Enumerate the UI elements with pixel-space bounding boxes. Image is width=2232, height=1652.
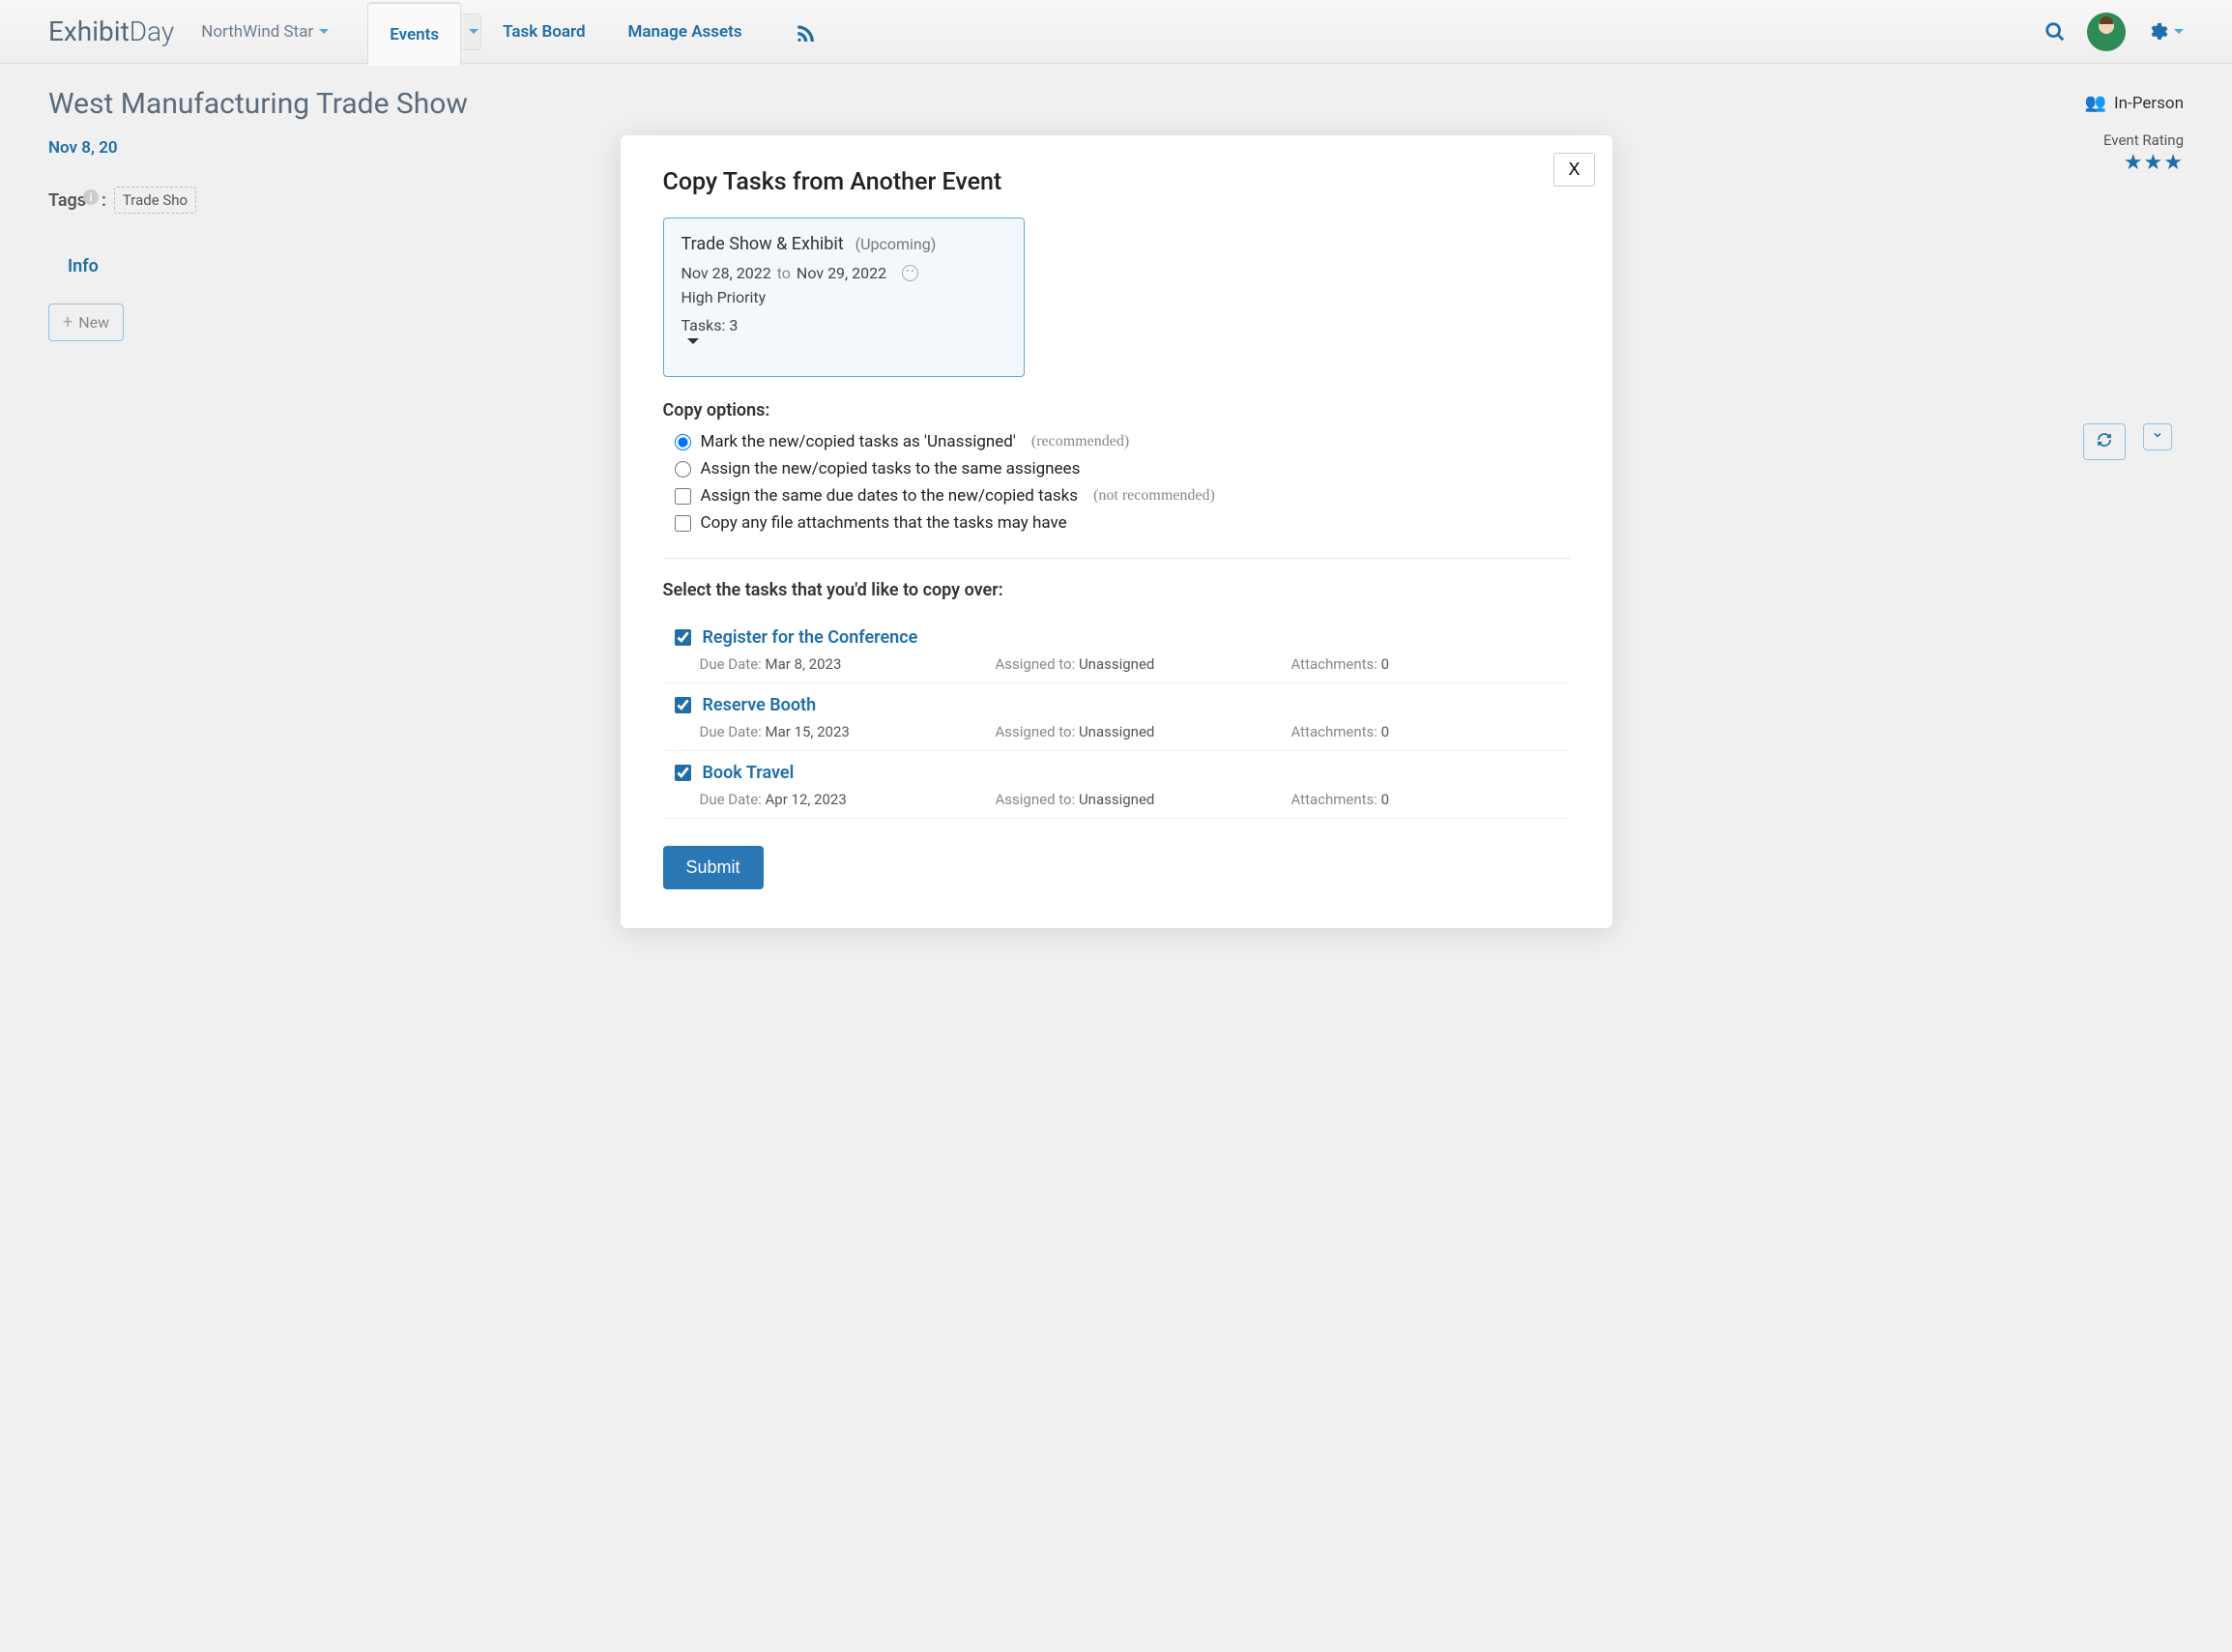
task-attachments: Attachments: 0 (1291, 655, 1390, 673)
copy-options: Mark the new/copied tasks as 'Unassigned… (663, 432, 1570, 533)
source-task-count: Tasks: 3 (681, 316, 1006, 334)
task-assigned: Assigned to: Unassigned (996, 791, 1291, 808)
modal-title: Copy Tasks from Another Event (663, 168, 1570, 196)
task-row: Register for the Conference Due Date: Mar… (663, 616, 1570, 683)
option-same-assignees[interactable]: Assign the new/copied tasks to the same … (675, 459, 1570, 478)
option-note: (not recommended) (1093, 487, 1215, 505)
source-date-from: Nov 28, 2022 (681, 264, 771, 282)
option-label: Copy any file attachments that the tasks… (701, 513, 1067, 533)
copy-tasks-modal: X Copy Tasks from Another Event Trade Sh… (621, 135, 1612, 928)
face-icon (902, 265, 918, 281)
submit-button[interactable]: Submit (663, 846, 764, 889)
task-checkbox[interactable] (675, 697, 691, 713)
source-event-selector[interactable]: Trade Show & Exhibit (Upcoming) Nov 28, … (663, 217, 1025, 377)
task-name[interactable]: Reserve Booth (703, 695, 817, 715)
option-copy-attachments[interactable]: Copy any file attachments that the tasks… (675, 513, 1570, 533)
task-due: Due Date: Apr 12, 2023 (700, 791, 996, 808)
checkbox-attachments[interactable] (675, 515, 691, 532)
chevron-down-icon (687, 338, 699, 362)
task-row: Book Travel Due Date: Apr 12, 2023Assigne… (663, 751, 1570, 819)
modal-backdrop: X Copy Tasks from Another Event Trade Sh… (0, 0, 2232, 1652)
source-event-status: (Upcoming) (855, 235, 937, 253)
option-same-dates[interactable]: Assign the same due dates to the new/cop… (675, 486, 1570, 506)
task-row: Reserve Booth Due Date: Mar 15, 2023Assig… (663, 683, 1570, 751)
task-attachments: Attachments: 0 (1291, 723, 1390, 740)
source-date-to-word: to (777, 264, 791, 282)
radio-same-assignees[interactable] (675, 461, 691, 478)
copy-options-label: Copy options: (663, 400, 1570, 420)
task-name[interactable]: Register for the Conference (703, 627, 918, 648)
task-attachments: Attachments: 0 (1291, 791, 1390, 808)
option-mark-unassigned[interactable]: Mark the new/copied tasks as 'Unassigned… (675, 432, 1570, 451)
option-label: Assign the new/copied tasks to the same … (701, 459, 1081, 478)
task-checkbox[interactable] (675, 765, 691, 781)
source-date-to: Nov 29, 2022 (797, 264, 886, 282)
task-checkbox[interactable] (675, 629, 691, 646)
source-priority: High Priority (681, 288, 767, 306)
option-label: Mark the new/copied tasks as 'Unassigned… (701, 432, 1016, 451)
task-name[interactable]: Book Travel (703, 763, 795, 783)
option-label: Assign the same due dates to the new/cop… (701, 486, 1079, 506)
task-list: Register for the Conference Due Date: Mar… (663, 616, 1570, 819)
task-assigned: Assigned to: Unassigned (996, 723, 1291, 740)
task-assigned: Assigned to: Unassigned (996, 655, 1291, 673)
checkbox-same-dates[interactable] (675, 488, 691, 505)
select-tasks-label: Select the tasks that you'd like to copy… (663, 580, 1570, 600)
task-due: Due Date: Mar 8, 2023 (700, 655, 996, 673)
task-due: Due Date: Mar 15, 2023 (700, 723, 996, 740)
divider (663, 558, 1570, 559)
close-button[interactable]: X (1553, 153, 1594, 187)
source-event-name: Trade Show & Exhibit (681, 234, 844, 254)
option-note: (recommended) (1031, 433, 1129, 450)
radio-unassigned[interactable] (675, 434, 691, 450)
